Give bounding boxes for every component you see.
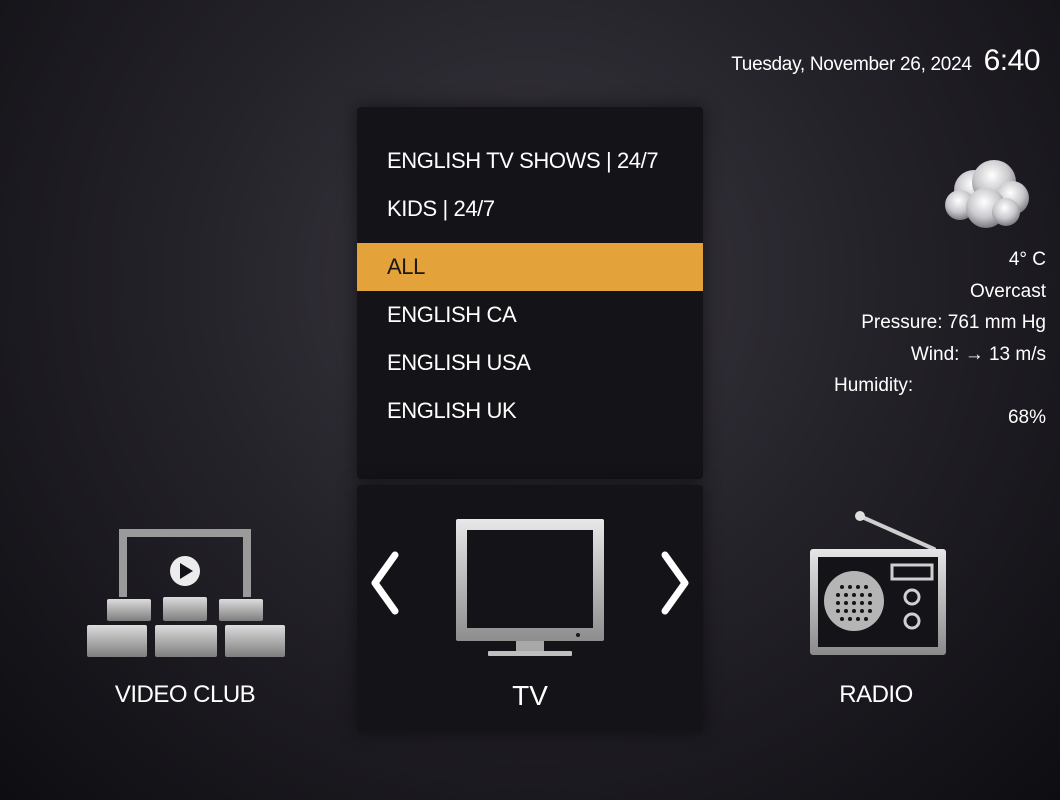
radio-icon (810, 511, 946, 655)
clock: Tuesday, November 26, 2024 6:40 (731, 44, 1040, 78)
tv-label: TV (512, 680, 548, 711)
category-list: ENGLISH TV SHOWS | 24/7 KIDS | 24/7 ALL … (357, 107, 703, 479)
time-text: 6:40 (983, 44, 1041, 77)
temperature: 4° C (1008, 249, 1046, 270)
weather-condition: Overcast (969, 280, 1046, 302)
humidity-label: Humidity: (834, 375, 914, 396)
category-item-english-usa[interactable]: ENGLISH USA (357, 339, 703, 387)
tv-icon[interactable] (454, 517, 606, 662)
wind: Wind: → 13 m/s (910, 343, 1046, 365)
chevron-left-icon[interactable] (365, 547, 405, 619)
radio-button[interactable]: RADIO (766, 505, 986, 735)
category-item-english-ca[interactable]: ENGLISH CA (357, 291, 703, 339)
category-item-english-uk[interactable]: ENGLISH UK (357, 387, 703, 435)
video-club-icon (87, 529, 285, 657)
menu-carousel: TV (357, 485, 703, 732)
cloud-icon (945, 160, 1029, 228)
chevron-right-icon[interactable] (655, 547, 695, 619)
video-club-label: VIDEO CLUB (114, 681, 256, 708)
pressure: Pressure: 761 mm Hg (861, 312, 1046, 333)
video-club-button[interactable]: VIDEO CLUB (75, 505, 295, 735)
category-item-all[interactable]: ALL (357, 243, 703, 291)
radio-label: RADIO (839, 681, 913, 708)
humidity-value: 68% (1007, 406, 1046, 428)
category-item-kids[interactable]: KIDS | 24/7 (357, 185, 703, 233)
category-item-english-tv-shows[interactable]: ENGLISH TV SHOWS | 24/7 (357, 137, 703, 185)
date-text: Tuesday, November 26, 2024 (731, 54, 972, 75)
